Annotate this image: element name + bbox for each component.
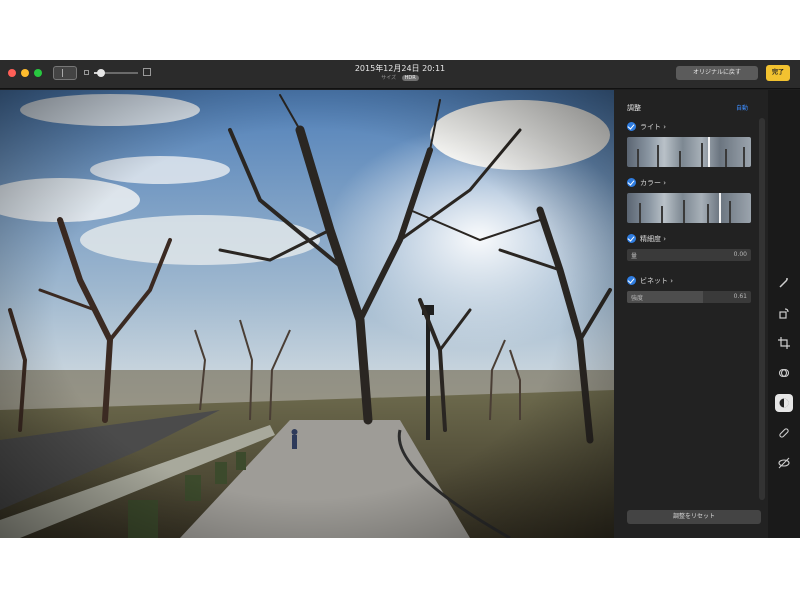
- vignette-slider-label: 強度: [631, 295, 644, 302]
- light-enabled-checkbox[interactable]: [627, 122, 636, 131]
- section-light-label: ライト ›: [640, 123, 667, 131]
- photo-subtitle-text: サイズ: [381, 75, 397, 81]
- done-button[interactable]: 完了: [766, 65, 790, 81]
- adjust-panel-title: 調整: [627, 104, 641, 112]
- rotate-icon[interactable]: [775, 304, 793, 322]
- filters-icon[interactable]: [775, 364, 793, 382]
- section-vignette-label: ビネット ›: [640, 277, 674, 285]
- photo-date-title: 2015年12月24日 20:11: [354, 64, 446, 73]
- reset-adjustments-button[interactable]: 調整をリセット: [627, 510, 761, 524]
- zoom-in-icon: [143, 68, 151, 76]
- zoom-slider-knob[interactable]: [96, 69, 105, 77]
- definition-slider-value: 0.00: [733, 251, 747, 258]
- fullscreen-window-button[interactable]: [34, 69, 42, 77]
- auto-adjust-button[interactable]: 自動: [736, 103, 748, 112]
- color-enabled-checkbox[interactable]: [627, 178, 636, 187]
- minimize-window-button[interactable]: [21, 69, 29, 77]
- section-color-label: カラー ›: [640, 179, 667, 187]
- color-thumbnail-slider[interactable]: [627, 193, 751, 223]
- panel-scrollbar[interactable]: [759, 118, 765, 500]
- section-definition-label: 精細度 ›: [640, 235, 667, 243]
- vignette-strength-slider[interactable]: 強度 0.61: [627, 291, 751, 303]
- zoom-slider[interactable]: [94, 69, 138, 77]
- red-eye-icon[interactable]: [775, 454, 793, 472]
- photos-edit-window: 2015年12月24日 20:11 サイズ HDR オリジナルに戻す 完了 調整…: [0, 60, 800, 538]
- photo-subtitle: サイズ HDR: [300, 74, 500, 81]
- light-slider-marker[interactable]: [707, 137, 710, 167]
- retouch-icon[interactable]: [775, 424, 793, 442]
- color-slider-marker[interactable]: [718, 193, 721, 223]
- adjust-icon[interactable]: [775, 394, 793, 412]
- light-thumbnail-slider[interactable]: [627, 137, 751, 167]
- definition-amount-slider[interactable]: 量 0.00: [627, 249, 751, 261]
- revert-to-original-button[interactable]: オリジナルに戻す: [676, 66, 758, 80]
- hdr-badge: HDR: [401, 75, 419, 81]
- definition-slider-label: 量: [631, 253, 638, 260]
- park-photo: [0, 90, 614, 538]
- vignette-slider-value: 0.61: [733, 293, 747, 300]
- adjust-panel: 調整 自動 ライト › カラー › 精細度 › 量 0.00 ビネット › 強度…: [614, 90, 768, 538]
- definition-enabled-checkbox[interactable]: [627, 234, 636, 243]
- vignette-enabled-checkbox[interactable]: [627, 276, 636, 285]
- edit-tool-strip: [768, 90, 800, 538]
- title-bar: 2015年12月24日 20:11 サイズ HDR オリジナルに戻す 完了: [0, 60, 800, 89]
- close-window-button[interactable]: [8, 69, 16, 77]
- zoom-out-icon: [84, 70, 89, 75]
- photo-canvas[interactable]: [0, 90, 614, 538]
- crop-icon[interactable]: [775, 334, 793, 352]
- magic-wand-icon[interactable]: [775, 274, 793, 292]
- sidebar-toggle-icon[interactable]: [53, 66, 77, 80]
